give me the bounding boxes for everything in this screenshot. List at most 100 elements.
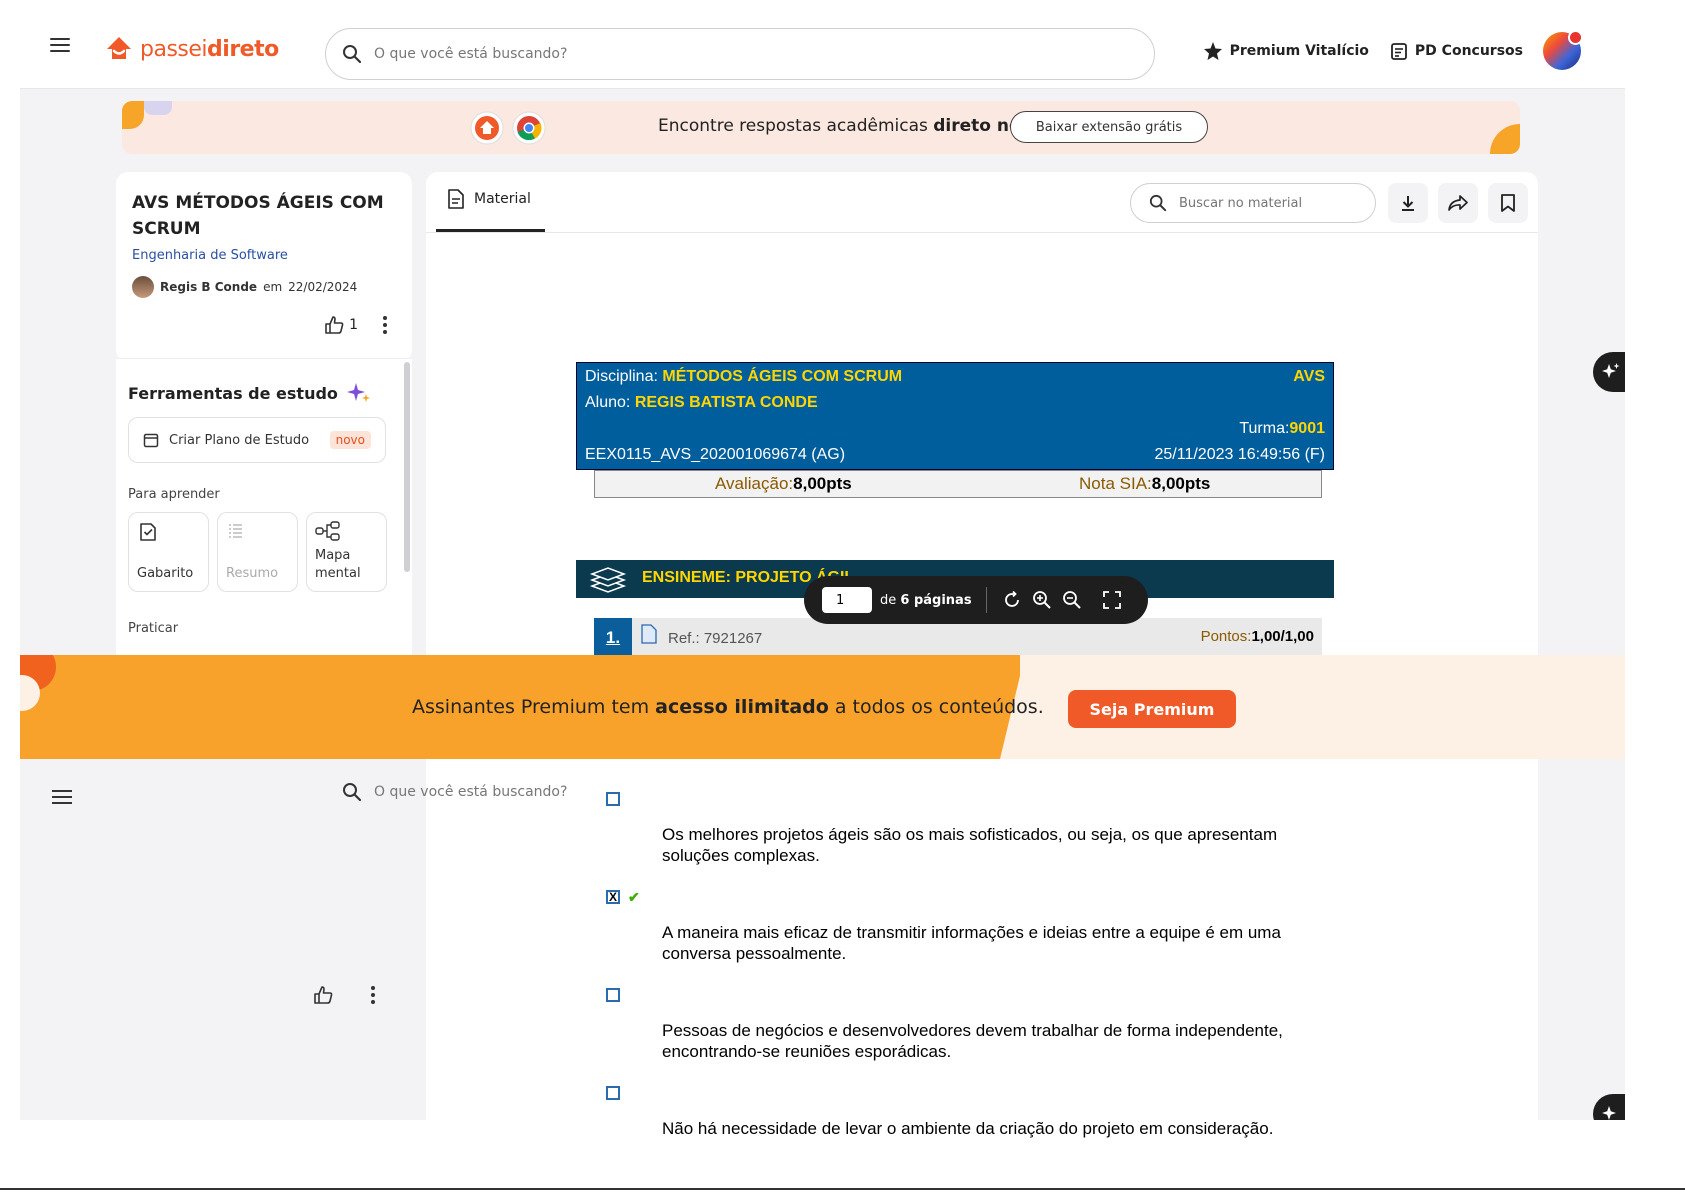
premium-vitalicio-link[interactable]: Premium Vitalício xyxy=(1202,40,1369,62)
student-row: Aluno: REGIS BATISTA CONDE xyxy=(585,394,818,411)
thumbs-up-icon[interactable] xyxy=(312,984,334,1006)
global-search-ghost-input[interactable] xyxy=(372,783,576,801)
exam-code: EEX0115_AVS_202001069674 (AG) xyxy=(585,446,846,463)
window-bottom-border xyxy=(0,1188,1685,1190)
ai-sparkle-icon xyxy=(1602,363,1620,378)
ai-assistant-button[interactable] xyxy=(1593,352,1625,392)
download-button[interactable] xyxy=(1388,183,1428,223)
exam-header: Disciplina: MÉTODOS ÁGEIS COM SCRUM AVS … xyxy=(576,362,1334,470)
like-button[interactable]: 1 xyxy=(323,314,358,336)
ai-assistant-button-ghost[interactable] xyxy=(1593,1094,1625,1120)
logo-text: passeidireto xyxy=(140,36,279,62)
tool-tile-mapa-mental[interactable]: Mapa mental xyxy=(306,512,387,592)
document-author: Regis B Conde em 22/02/2024 xyxy=(132,276,357,298)
books-icon xyxy=(589,567,627,593)
pd-concursos-link[interactable]: PD Concursos xyxy=(1389,41,1523,61)
page-of-text: de 6 páginas xyxy=(880,592,972,608)
search-icon xyxy=(343,45,362,64)
global-search-input[interactable] xyxy=(372,45,1026,63)
question-ref: Ref.: 7921267 xyxy=(668,630,763,647)
extension-icons xyxy=(470,111,546,145)
discipline-row: Disciplina: MÉTODOS ÁGEIS COM SCRUM xyxy=(585,368,903,385)
author-name[interactable]: Regis B Conde xyxy=(160,280,257,294)
more-options-icon[interactable] xyxy=(370,985,376,1005)
bookmark-icon xyxy=(1501,194,1515,212)
material-search[interactable] xyxy=(1130,183,1376,223)
question-row: 1. Ref.: 7921267 Pontos:1,00/1,00 xyxy=(594,618,1322,658)
share-icon xyxy=(1448,195,1468,211)
practice-section-label: Praticar xyxy=(128,621,179,636)
answer-checkbox xyxy=(606,792,620,806)
learn-section-label: Para aprender xyxy=(128,487,220,502)
top-bar: passeidireto Premium Vitalício PD Concur… xyxy=(20,0,1625,89)
sparkle-icon xyxy=(346,383,370,402)
study-tools-title: Ferramentas de estudo xyxy=(128,381,372,405)
answer-text: A maneira mais eficaz de transmitir info… xyxy=(662,923,1281,963)
more-options-icon[interactable] xyxy=(382,315,388,335)
exam-datetime: 25/11/2023 16:49:56 (F) xyxy=(1154,446,1326,463)
download-icon xyxy=(1402,196,1414,211)
notification-dot xyxy=(1568,30,1583,45)
exam-type: AVS xyxy=(1293,368,1325,385)
create-study-plan-button[interactable]: Criar Plano de Estudo novo xyxy=(128,417,386,463)
page-navigator: de 6 páginas xyxy=(804,576,1148,624)
logo[interactable]: passeidireto xyxy=(104,34,279,64)
premium-banner-text: Assinantes Premium tem acesso ilimitado … xyxy=(412,696,1044,718)
material-search-input[interactable] xyxy=(1177,194,1362,212)
bookmark-button[interactable] xyxy=(1488,183,1528,223)
document-icon xyxy=(448,189,464,209)
list-icon xyxy=(229,524,242,538)
logo-house-icon xyxy=(107,37,131,59)
sidebar-scrollbar[interactable] xyxy=(404,362,410,572)
tool-tile-gabarito[interactable]: Gabarito xyxy=(128,512,209,592)
page-number-input[interactable] xyxy=(822,587,872,613)
menu-icon[interactable] xyxy=(50,38,70,52)
get-premium-button[interactable]: Seja Premium xyxy=(1068,690,1236,728)
tab-material[interactable]: Material xyxy=(436,188,545,232)
page-icon xyxy=(641,624,657,644)
answer-option: Não há necessidade de levar o ambiente d… xyxy=(606,1086,1306,1140)
download-extension-button[interactable]: Baixar extensão grátis xyxy=(1010,111,1208,143)
share-button[interactable] xyxy=(1438,183,1478,223)
banner-decoration xyxy=(144,101,172,115)
score-box: Avaliação:8,00pts Nota SIA:8,00pts xyxy=(594,470,1322,498)
answer-checkbox xyxy=(606,1086,620,1100)
study-tools-panel: Ferramentas de estudo Criar Plano de Est… xyxy=(116,358,412,659)
clipboard-list-icon xyxy=(1391,43,1407,60)
evaluation-score: Avaliação:8,00pts xyxy=(715,474,852,493)
search-icon xyxy=(1149,194,1167,212)
like-count: 1 xyxy=(349,317,358,333)
calendar-icon xyxy=(143,433,159,448)
correct-check-icon: ✔ xyxy=(628,889,640,905)
extension-banner: Encontre respostas acadêmicas direto no … xyxy=(122,101,1520,154)
question-points: Pontos:1,00/1,00 xyxy=(1200,628,1314,645)
like-row: 1 xyxy=(323,314,388,336)
rotate-button[interactable] xyxy=(1001,589,1023,611)
class-row: Turma:9001 xyxy=(1239,420,1325,437)
passeidireto-app-icon xyxy=(470,111,504,145)
mind-map-icon xyxy=(315,521,340,541)
global-search[interactable] xyxy=(325,28,1155,80)
answer-text: Os melhores projetos ágeis são os mais s… xyxy=(662,825,1278,865)
answer-checkbox-checked: X xyxy=(606,890,620,904)
page: passeidireto Premium Vitalício PD Concur… xyxy=(0,0,1685,1192)
answer-checkbox xyxy=(606,988,620,1002)
viewer-toolbar: Material xyxy=(426,172,1538,233)
clipboard-check-icon xyxy=(140,523,156,541)
zoom-in-button[interactable] xyxy=(1031,589,1053,611)
author-avatar[interactable] xyxy=(132,276,154,298)
global-search-ghost[interactable] xyxy=(342,782,576,802)
user-avatar[interactable] xyxy=(1543,30,1583,70)
premium-banner: Assinantes Premium tem acesso ilimitado … xyxy=(20,655,1625,759)
like-row-ghost xyxy=(312,984,376,1006)
menu-icon[interactable] xyxy=(52,790,72,804)
banner-decoration xyxy=(122,101,144,129)
zoom-out-button[interactable] xyxy=(1061,589,1083,611)
document-subject[interactable]: Engenharia de Software xyxy=(132,248,288,263)
fullscreen-button[interactable] xyxy=(1101,589,1123,611)
banner-decoration xyxy=(1490,124,1520,154)
star-sparkle-icon xyxy=(1203,42,1222,60)
ai-sparkle-icon xyxy=(1602,1106,1616,1120)
document-title: AVS MÉTODOS ÁGEIS COM SCRUM xyxy=(132,193,384,239)
thumbs-up-icon xyxy=(325,316,344,334)
